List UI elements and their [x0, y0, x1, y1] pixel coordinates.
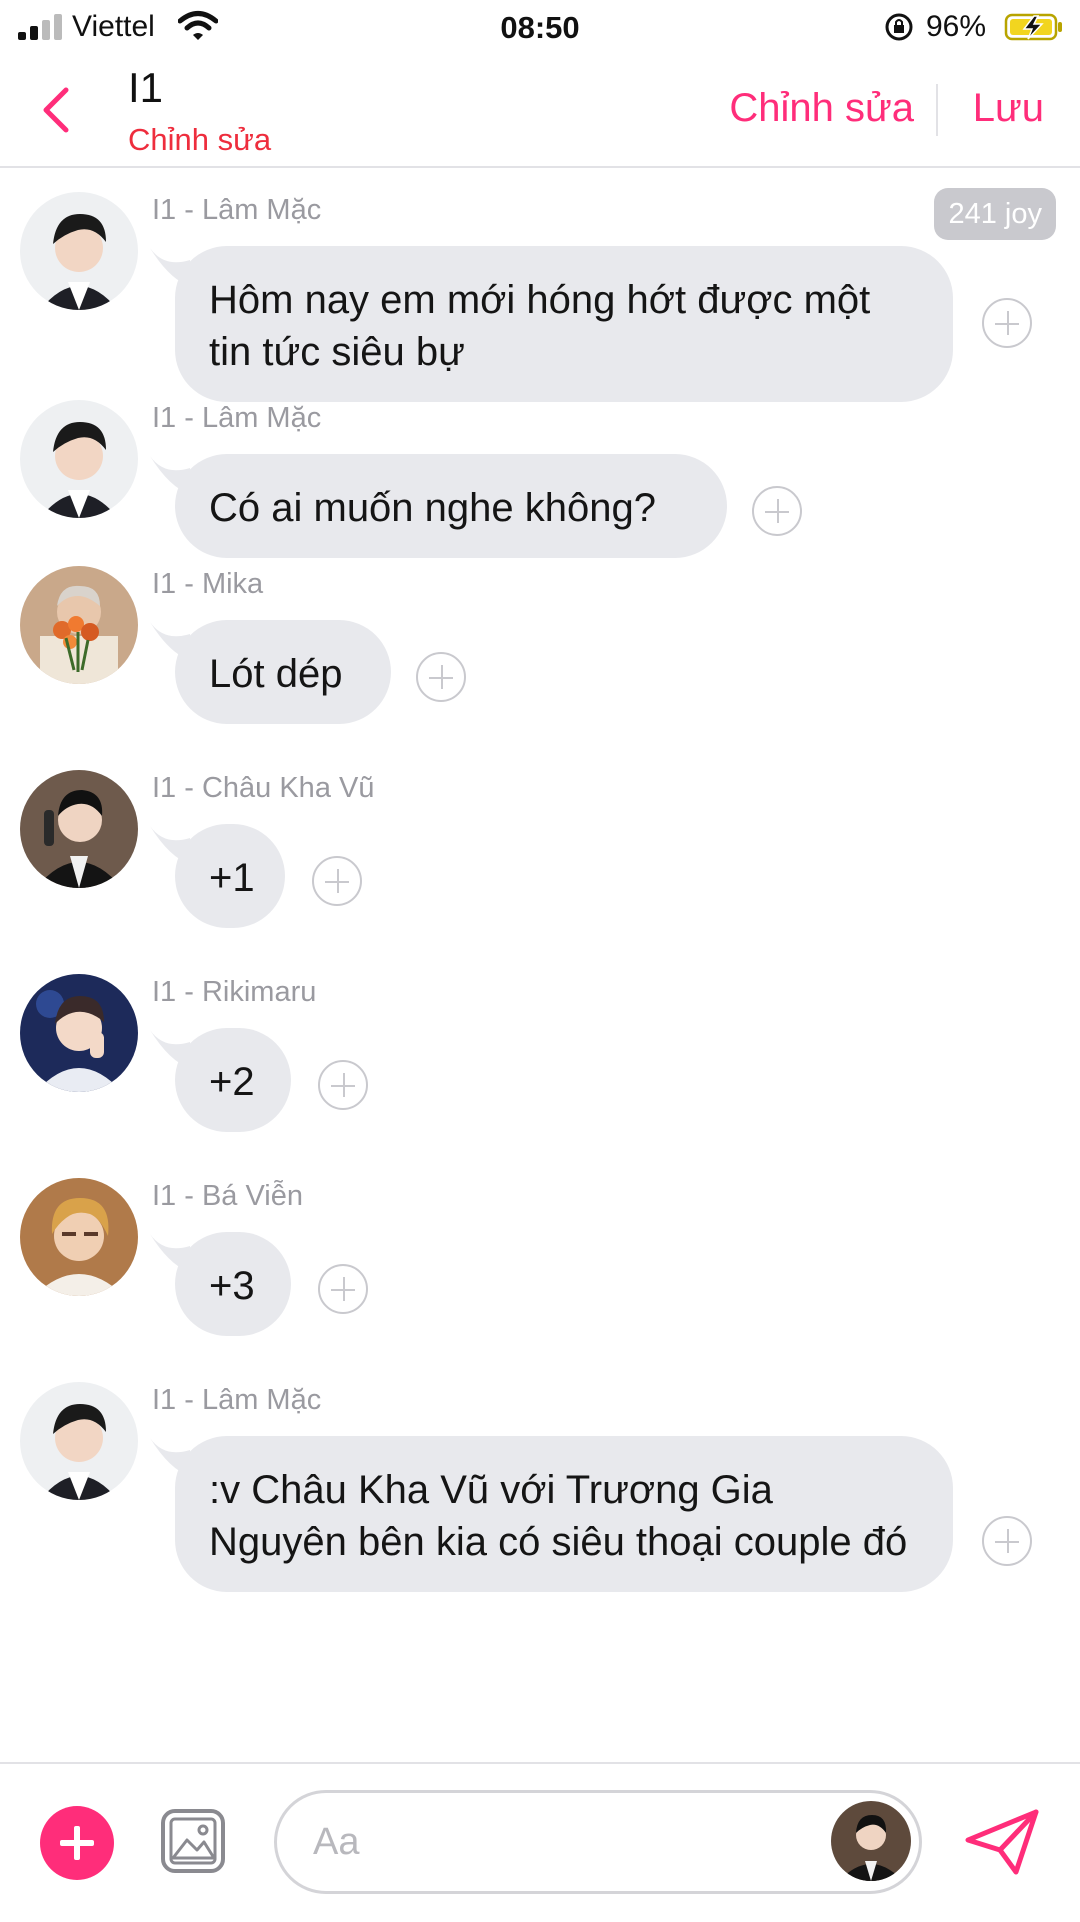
edit-button[interactable]: Chỉnh sửa	[729, 86, 914, 131]
avatar[interactable]	[20, 770, 138, 888]
message-item: I1 - Bá Viễn +3	[0, 1154, 1080, 1354]
chat-subtitle: Chỉnh sửa	[128, 122, 272, 157]
sender-name: I1 - Mika	[152, 568, 264, 600]
add-reaction-icon[interactable]	[312, 856, 362, 906]
avatar[interactable]	[831, 1801, 911, 1881]
message-bubble[interactable]: +3	[175, 1232, 291, 1336]
message-bubble[interactable]: +2	[175, 1028, 291, 1132]
save-button[interactable]: Lưu	[973, 86, 1044, 131]
composer-bar	[0, 1762, 1080, 1922]
add-reaction-icon[interactable]	[982, 1516, 1032, 1566]
add-reaction-icon[interactable]	[318, 1060, 368, 1110]
add-reaction-icon[interactable]	[416, 652, 466, 702]
avatar[interactable]	[20, 566, 138, 684]
message-input-container[interactable]	[274, 1790, 922, 1894]
add-reaction-icon[interactable]	[752, 486, 802, 536]
image-icon[interactable]	[160, 1808, 226, 1874]
sender-name: I1 - Lâm Mặc	[152, 402, 322, 434]
battery-percent: 96%	[926, 10, 987, 43]
sender-name: I1 - Lâm Mặc	[152, 194, 322, 226]
message-item: I1 - Lâm Mặc :v Châu Kha Vũ với Trương G…	[0, 1358, 1080, 1658]
chat-title: I1	[128, 64, 164, 111]
avatar[interactable]	[20, 192, 138, 310]
clock: 08:50	[500, 10, 580, 45]
message-bubble[interactable]: :v Châu Kha Vũ với Trương Gia Nguyên bên…	[175, 1436, 953, 1592]
sender-name: I1 - Bá Viễn	[152, 1180, 304, 1212]
avatar[interactable]	[20, 400, 138, 518]
orientation-lock-icon	[885, 13, 913, 41]
add-reaction-icon[interactable]	[318, 1264, 368, 1314]
sender-name: I1 - Rikimaru	[152, 976, 317, 1008]
chat-thread[interactable]: I1 - Lâm Mặc 241 joy Hôm nay em mới hóng…	[0, 168, 1080, 1760]
avatar[interactable]	[20, 974, 138, 1092]
message-item: I1 - Châu Kha Vũ +1	[0, 746, 1080, 946]
message-item: I1 - Rikimaru +2	[0, 950, 1080, 1150]
add-reaction-icon[interactable]	[982, 298, 1032, 348]
message-input[interactable]	[311, 1813, 795, 1871]
send-icon[interactable]	[964, 1806, 1042, 1878]
chat-header: I1 Chỉnh sửa Chỉnh sửa Lưu	[0, 56, 1080, 168]
add-icon[interactable]	[40, 1806, 114, 1880]
battery-charging-icon	[1004, 13, 1062, 41]
avatar[interactable]	[20, 1178, 138, 1296]
message-item: I1 - Mika Lót dép	[0, 542, 1080, 742]
sender-name: I1 - Lâm Mặc	[152, 1384, 322, 1416]
message-bubble[interactable]: Lót dép	[175, 620, 391, 724]
back-chevron-icon[interactable]	[36, 84, 76, 136]
message-bubble[interactable]: +1	[175, 824, 285, 928]
joy-badge: 241 joy	[934, 188, 1056, 240]
header-divider	[936, 84, 938, 136]
avatar[interactable]	[20, 1382, 138, 1500]
sender-name: I1 - Châu Kha Vũ	[152, 772, 375, 804]
status-bar: Viettel 08:50 96%	[0, 0, 1080, 56]
